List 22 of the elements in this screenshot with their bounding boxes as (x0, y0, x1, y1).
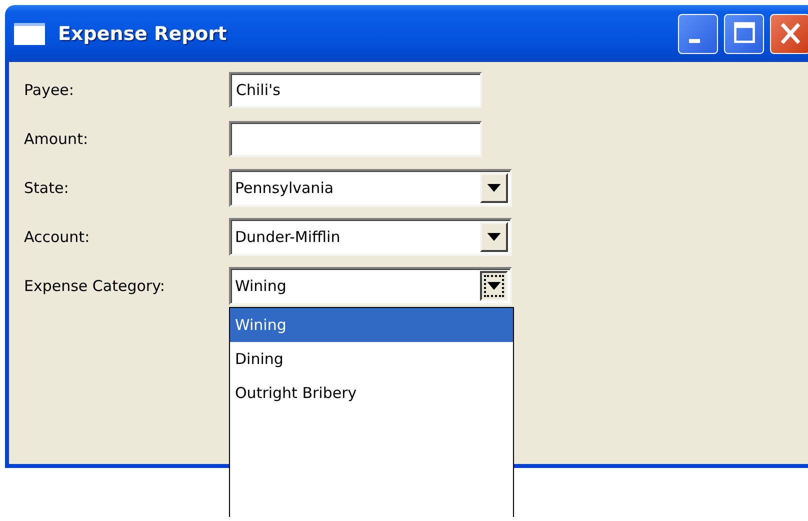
field-label: Payee: (24, 81, 75, 99)
window-title: Expense Report (58, 22, 228, 44)
dropdown-field[interactable]: Dunder-Mifflin (229, 218, 512, 256)
field-label: State: (24, 179, 70, 197)
minimize-icon (689, 38, 700, 42)
triangle-down-icon (487, 184, 501, 192)
field-label: Account: (24, 228, 91, 246)
field-label: Amount: (24, 130, 89, 148)
maximize-button[interactable] (724, 14, 764, 54)
text-field[interactable] (229, 121, 482, 157)
text-field[interactable]: Chili's (229, 72, 482, 108)
window-icon (14, 22, 45, 44)
dropdown-field[interactable]: Pennsylvania (229, 169, 512, 207)
field-label: Expense Category: (24, 277, 166, 295)
dropdown-option[interactable]: Outright Bribery (230, 376, 513, 410)
close-button[interactable] (770, 14, 808, 54)
dropdown-button[interactable] (480, 271, 508, 301)
triangle-down-icon (487, 282, 501, 290)
minimize-button[interactable] (678, 14, 718, 54)
triangle-down-icon (487, 232, 501, 242)
dropdown-option[interactable]: Wining (230, 308, 513, 342)
dropdown-option[interactable]: Dining (230, 342, 513, 376)
